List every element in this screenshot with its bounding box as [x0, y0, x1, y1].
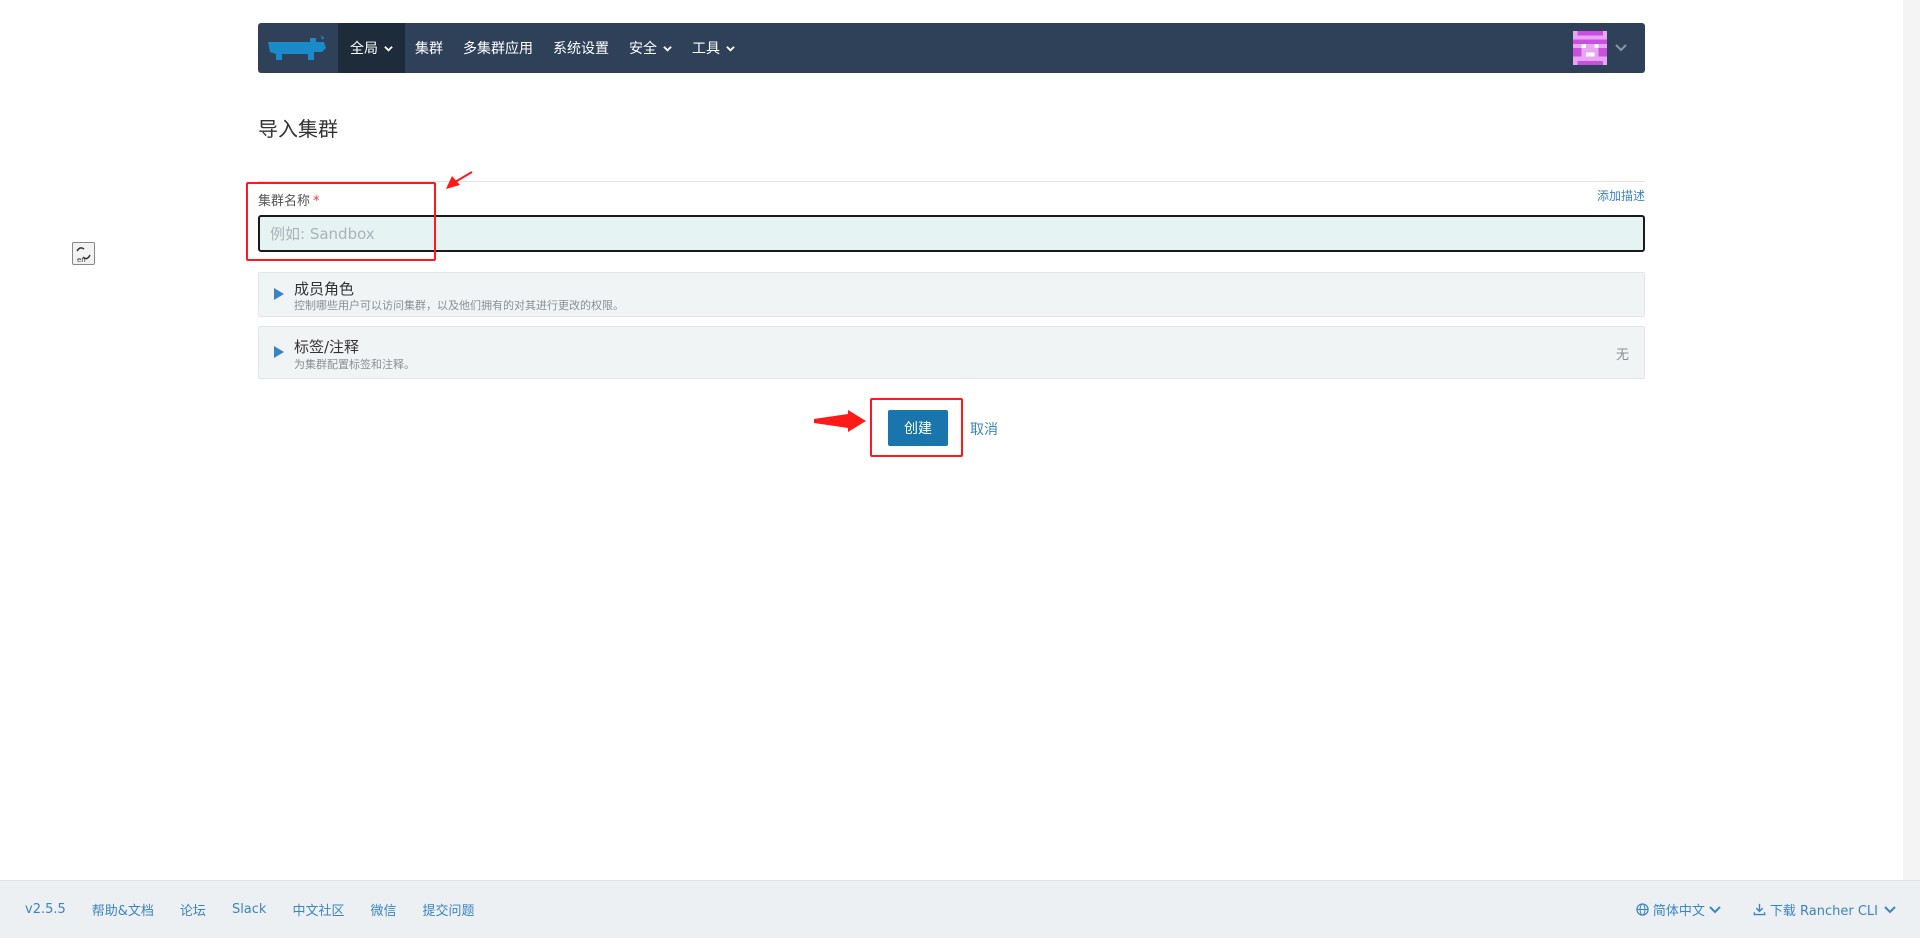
translate-icon[interactable]: en	[72, 242, 95, 265]
nav-global[interactable]: 全局	[338, 23, 405, 73]
member-roles-accordion[interactable]: 成员角色 控制哪些用户可以访问集群，以及他们拥有的对其进行更改的权限。	[258, 272, 1645, 317]
expand-arrow-icon	[274, 288, 284, 300]
chevron-down-icon	[663, 45, 672, 52]
footer-link-slack[interactable]: Slack	[232, 902, 267, 917]
footer-link-docs[interactable]: 帮助&文档	[92, 900, 154, 919]
footer: v2.5.5 帮助&文档 论坛 Slack 中文社区 微信 提交问题 简体中文 …	[0, 880, 1920, 938]
cluster-name-input[interactable]	[258, 215, 1645, 252]
annotation-arrow-2	[814, 410, 866, 432]
accordion-title: 标签/注释	[294, 338, 360, 356]
chevron-down-icon	[384, 45, 393, 52]
title-row: 导入集群	[258, 113, 1645, 182]
nav-security-label: 安全	[629, 41, 657, 57]
annotation-box-cluster-name	[246, 182, 436, 261]
nav-tools-label: 工具	[692, 41, 720, 57]
footer-link-issues[interactable]: 提交问题	[422, 900, 474, 919]
nav-security[interactable]: 安全	[619, 23, 682, 73]
add-description-link[interactable]: 添加描述	[1597, 187, 1645, 204]
expand-arrow-icon	[274, 346, 284, 358]
language-label: 简体中文	[1652, 904, 1705, 919]
download-cli-label: 下载 Rancher CLI	[1769, 904, 1878, 919]
nav-global-label: 全局	[350, 41, 378, 57]
footer-version[interactable]: v2.5.5	[25, 902, 66, 917]
page-scrollbar[interactable]	[1903, 0, 1920, 880]
labels-annotations-accordion[interactable]: 标签/注释 为集群配置标签和注释。 无	[258, 326, 1645, 379]
annotation-box-create	[870, 398, 963, 457]
accordion-subtitle: 控制哪些用户可以访问集群，以及他们拥有的对其进行更改的权限。	[294, 299, 624, 312]
main-nav: 全局 集群 多集群应用 系统设置 安全 工具	[338, 23, 745, 73]
accordion-subtitle: 为集群配置标签和注释。	[294, 358, 415, 371]
nav-tools[interactable]: 工具	[682, 23, 745, 73]
download-icon	[1753, 903, 1766, 916]
chevron-down-icon	[726, 45, 735, 52]
rancher-logo[interactable]	[258, 23, 338, 73]
svg-text:en: en	[77, 256, 86, 264]
top-navbar: 全局 集群 多集群应用 系统设置 安全 工具	[258, 23, 1645, 73]
cancel-link[interactable]: 取消	[970, 419, 998, 439]
nav-settings[interactable]: 系统设置	[543, 23, 619, 73]
nav-clusters[interactable]: 集群	[405, 23, 453, 73]
chevron-down-icon	[1884, 905, 1896, 913]
nav-multi-cluster-apps[interactable]: 多集群应用	[453, 23, 543, 73]
main-page: 全局 集群 多集群应用 系统设置 安全 工具 导入集群 集群名称 * 添加描述 …	[258, 23, 1645, 446]
footer-links: v2.5.5 帮助&文档 论坛 Slack 中文社区 微信 提交问题	[25, 881, 501, 938]
accordion-status: 无	[1615, 348, 1629, 363]
user-menu[interactable]	[1573, 31, 1627, 65]
nav-clusters-label: 集群	[415, 41, 443, 57]
globe-icon	[1636, 903, 1649, 916]
footer-link-forum[interactable]: 论坛	[180, 900, 206, 919]
chevron-down-icon	[1709, 905, 1721, 913]
chevron-down-icon	[1615, 44, 1627, 52]
page-title: 导入集群	[258, 117, 338, 141]
user-avatar-icon	[1573, 31, 1607, 65]
nav-settings-label: 系统设置	[553, 41, 609, 57]
language-selector[interactable]: 简体中文	[1636, 900, 1725, 919]
nav-multi-cluster-apps-label: 多集群应用	[463, 41, 533, 57]
footer-link-wechat[interactable]: 微信	[370, 900, 396, 919]
rancher-cow-icon	[268, 35, 326, 60]
footer-link-community[interactable]: 中文社区	[292, 900, 344, 919]
download-cli-link[interactable]: 下载 Rancher CLI	[1753, 900, 1900, 919]
accordion-title: 成员角色	[294, 280, 355, 298]
footer-right: 简体中文 下载 Rancher CLI	[1608, 881, 1900, 938]
